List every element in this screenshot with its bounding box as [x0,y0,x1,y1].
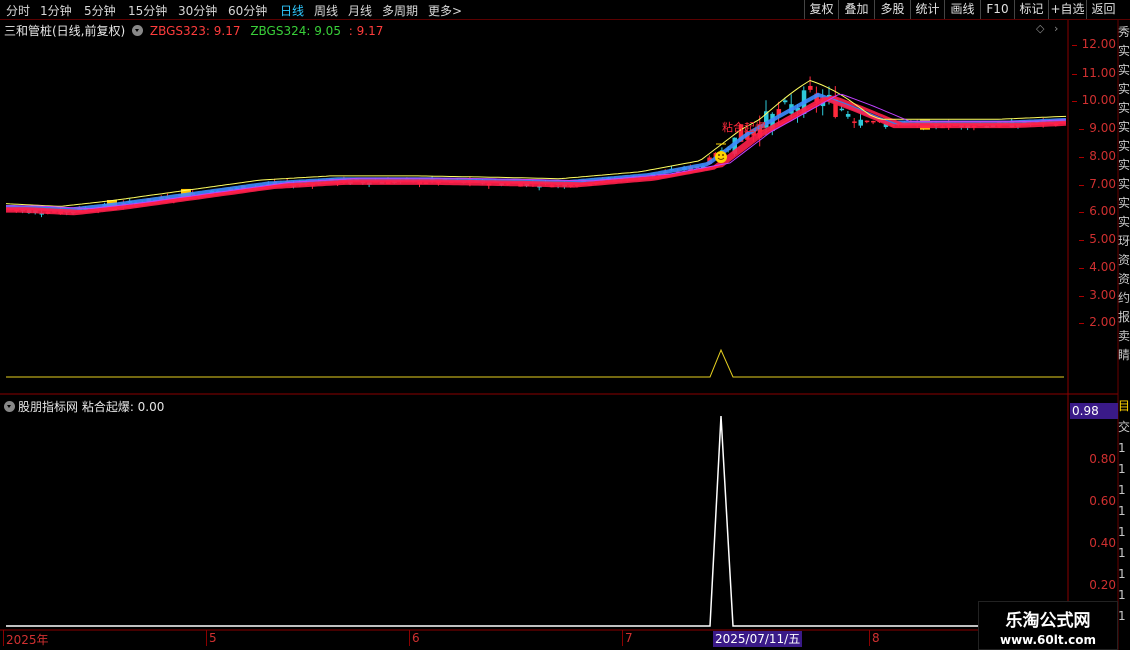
price-tick: 11.00 [1071,66,1116,80]
side-strip-char: 1 [1118,525,1126,539]
side-strip-char: 实 [1118,177,1130,191]
side-strip-char: 玡 [1118,234,1130,248]
indicator-zbgs324: ZBGS324: 9.05 [250,24,341,38]
side-strip-char: 实 [1118,120,1130,134]
date-label: 8 [869,630,880,646]
watermark-title: 乐淘公式网 [1005,611,1091,631]
side-info-strip: 秀实实实实实实实实实实玡资资约报卖睛目交111111111 [1118,20,1130,630]
main-chart-header: 三和管桩(日线,前复权) ZBGS323: 9.17 ZBGS324: 9.05… [4,22,383,38]
indicator-extra: : 9.17 [348,24,384,38]
date-label: 7 [622,630,633,646]
chevron-icon[interactable]: › [1054,22,1058,35]
price-tick: 5.00 [1079,232,1116,246]
sub-current-value: 0.98 [1070,403,1118,419]
sub-tick: 0.80 [1089,452,1116,466]
side-strip-char: 实 [1118,196,1130,210]
sub-tick: 0.60 [1089,494,1116,508]
side-strip-char: 1 [1118,609,1126,623]
side-strip-char: 实 [1118,82,1130,96]
side-strip-char: 报 [1118,310,1130,324]
side-strip-char: 资 [1118,253,1130,267]
price-tick: 10.00 [1071,93,1116,107]
price-tick: 2.00 [1079,315,1116,329]
side-strip-char: 实 [1118,215,1130,229]
side-strip-char: 1 [1118,462,1126,476]
watermark-url: www.60lt.com [999,633,1097,647]
side-strip-char: 1 [1118,546,1126,560]
candle-body [839,108,845,111]
price-tick: 7.00 [1079,177,1116,191]
date-cursor-label: 2025/07/11/五 [713,631,803,647]
side-strip-char: 约 [1118,291,1130,305]
sub-axis: 0.80 0.60 0.40 0.20 [1070,420,1118,630]
date-label: 2025年 [3,630,49,647]
side-strip-char: 实 [1118,139,1130,153]
main-signal-line [6,348,1064,378]
candle-body [864,120,870,123]
watermark-logo: 乐淘公式网 www.60lt.com [978,601,1118,650]
candle-body [852,121,857,123]
sub-tick: 0.20 [1089,578,1116,592]
price-tick: 4.00 [1079,260,1116,274]
ma-blue-band [6,92,1067,212]
sub-indicator-dropdown-icon[interactable] [4,401,15,412]
side-strip-char: 睛 [1118,348,1130,362]
kline-chart-canvas[interactable]: 粘合起爆 [0,0,1130,650]
sub-chart-header: 股朋指标网 粘合起爆: 0.00 [4,398,164,414]
moving-average-series [5,79,1067,216]
side-strip-char: 实 [1118,44,1130,58]
signal-series [6,348,1064,627]
indicator-dropdown-icon[interactable] [132,25,144,36]
side-strip-char: 目 [1118,399,1130,413]
price-tick: 6.00 [1079,204,1116,218]
date-label: 5 [206,630,217,646]
candle-body [808,85,813,90]
date-label: 6 [409,630,420,646]
candle-body [858,119,863,126]
price-tick: 3.00 [1079,288,1116,302]
ma-yellow-line [5,79,1067,207]
side-strip-char: 1 [1118,483,1126,497]
stock-title: 三和管桩(日线,前复权) [4,24,126,38]
sub-tick: 0.40 [1089,536,1116,550]
price-tick: 8.00 [1079,149,1116,163]
side-strip-char: 1 [1118,588,1126,602]
side-strip-char: 秀 [1118,25,1130,39]
price-tick: 9.00 [1079,121,1116,135]
indicator-zbgs323: ZBGS323: 9.17 [149,24,241,38]
candle-body [845,114,851,117]
candle-body [871,120,876,123]
side-strip-char: 实 [1118,101,1130,115]
side-strip-char: 交 [1118,420,1130,434]
diamond-icon[interactable]: ◇ [1036,22,1044,35]
ma-red-band-2 [6,95,1067,213]
ma-purple-line [6,93,1067,210]
sub-signal-line [6,415,1064,627]
date-axis: 2025年 5 6 7 2025/07/11/五 8 [0,630,1070,650]
candle-body [782,100,788,103]
price-tick: 12.00 [1071,37,1116,51]
side-strip-char: 卖 [1118,329,1130,343]
signal-annotation: 粘合起爆 [722,120,766,134]
side-strip-char: 实 [1118,63,1130,77]
smiley-signal-icon [715,143,727,163]
side-strip-char: 1 [1118,567,1126,581]
side-strip-char: 1 [1118,504,1126,518]
side-strip-char: 实 [1118,158,1130,172]
sub-indicator-label: 股朋指标网 粘合起爆: 0.00 [18,400,165,414]
price-axis: 12.00 11.00 10.00 9.00 8.00 7.00 6.00 5.… [1070,20,1118,390]
side-strip-char: 1 [1118,441,1126,455]
side-strip-char: 资 [1118,272,1130,286]
